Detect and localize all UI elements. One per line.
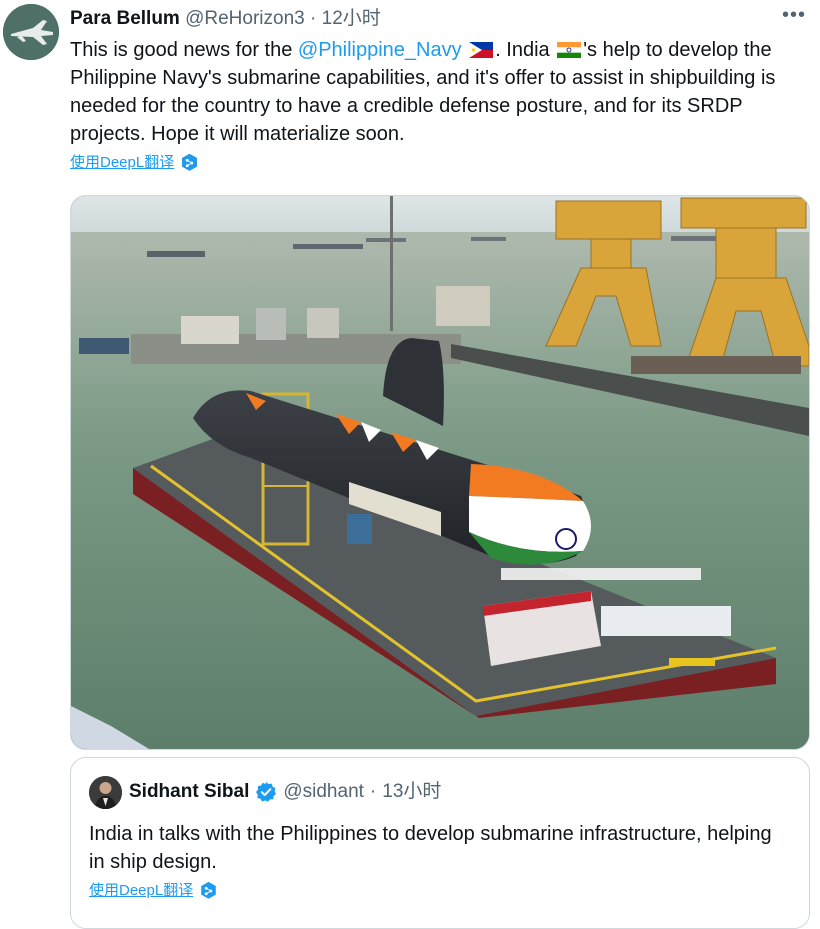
quote-translate-label[interactable]: 使用DeepL翻译: [89, 878, 193, 904]
mention-link[interactable]: @Philippine_Navy: [298, 39, 462, 61]
deepl-icon: [201, 881, 216, 899]
tweet-media-image[interactable]: [70, 195, 810, 750]
quote-author-name[interactable]: Sidhant Sibal: [129, 778, 249, 806]
quote-author-handle[interactable]: @sidhant: [283, 778, 364, 806]
verified-badge-icon: [256, 782, 277, 802]
tweet-text: This is good news for the @Philippine_Na…: [70, 36, 790, 148]
author-handle[interactable]: @ReHorizon3: [185, 8, 305, 29]
tweet-header: Para Bellum @ReHorizon3 · 12小时: [70, 6, 810, 32]
more-horizontal-icon: •••: [781, 4, 806, 26]
person-avatar-icon: [89, 776, 122, 809]
more-options-button[interactable]: •••: [782, 4, 806, 27]
quote-tweet[interactable]: Sidhant Sibal @sidhant · 13小时 India in t…: [70, 757, 810, 929]
translate-link[interactable]: 使用DeepL翻译: [70, 150, 199, 176]
tweet-time[interactable]: 12小时: [322, 8, 381, 29]
submarine-launch-photo: [71, 196, 809, 749]
translate-label[interactable]: 使用DeepL翻译: [70, 150, 174, 176]
quote-text: India in talks with the Philippines to d…: [89, 823, 772, 873]
tweet-text-part-1: This is good news for the: [70, 39, 298, 61]
header-separator: ·: [310, 8, 317, 29]
philippines-flag-icon: [469, 42, 494, 58]
deepl-icon: [182, 153, 197, 171]
quote-translate-link[interactable]: 使用DeepL翻译: [89, 878, 218, 904]
author-avatar[interactable]: [3, 4, 59, 60]
quote-time[interactable]: 13小时: [382, 778, 441, 806]
quote-separator: ·: [369, 781, 377, 802]
fighter-jet-icon: [3, 4, 59, 60]
tweet-text-part-2: . India: [495, 39, 556, 61]
author-name[interactable]: Para Bellum: [70, 8, 180, 29]
india-flag-icon: [557, 42, 582, 58]
quote-header: Sidhant Sibal @sidhant · 13小时: [129, 778, 441, 806]
quote-author-avatar[interactable]: [89, 776, 122, 809]
